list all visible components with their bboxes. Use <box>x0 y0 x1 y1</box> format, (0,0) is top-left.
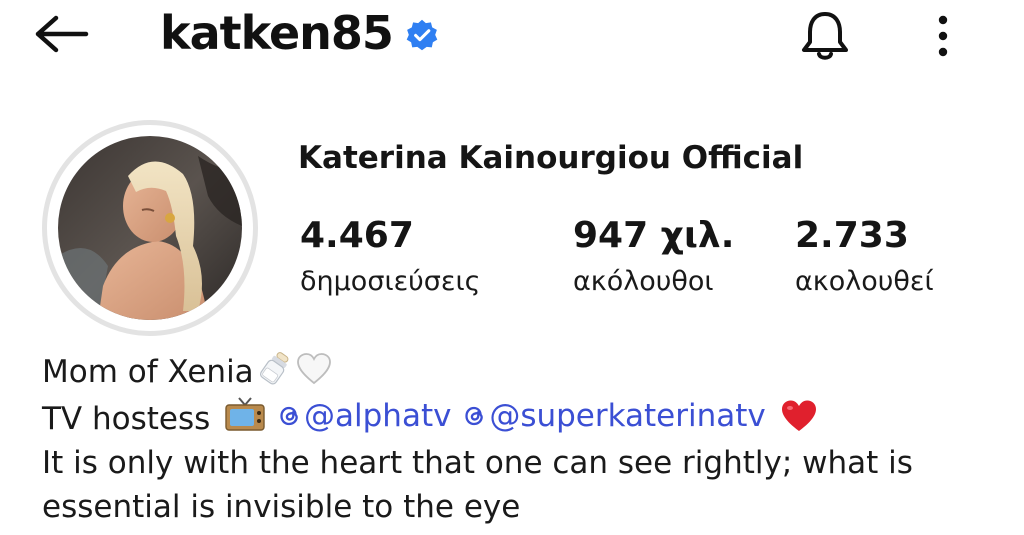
arrow-left-icon <box>35 15 89 53</box>
avatar <box>58 136 242 320</box>
mention-alphatv[interactable]: @alphatv <box>276 394 451 438</box>
mention-text: @alphatv <box>304 398 452 434</box>
bio: Mom of Xenia TV hostess @alphatv @superk… <box>42 350 1002 529</box>
username: katken85 <box>160 6 394 60</box>
posts-stat[interactable]: 4.467 δημοσιεύσεις <box>300 212 480 304</box>
top-bar: katken85 <box>0 0 1024 70</box>
followers-stat[interactable]: 947 χιλ. ακόλουθοι <box>573 212 734 304</box>
followers-label: ακόλουθοι <box>573 266 714 297</box>
profile-photo <box>58 136 242 320</box>
red-heart-icon <box>781 400 816 431</box>
bio-quote: It is only with the heart that one can s… <box>42 445 913 525</box>
threads-icon <box>465 406 484 426</box>
following-label: ακολουθεί <box>795 266 934 297</box>
threads-icon <box>280 406 298 426</box>
following-stat[interactable]: 2.733 ακολουθεί <box>795 212 934 304</box>
bell-icon <box>802 12 848 60</box>
following-count: 2.733 <box>795 215 909 256</box>
display-name: Katerina Kainourgiou Official <box>298 140 804 176</box>
white-heart-icon <box>296 353 331 385</box>
bio-line-1: Mom of Xenia <box>42 350 1002 394</box>
verified-badge-icon <box>406 19 438 51</box>
bio-text: Mom of Xenia <box>42 354 254 390</box>
mention-superkaterinatv[interactable]: @superkaterinatv <box>461 394 766 438</box>
bio-text: TV hostess <box>42 401 211 437</box>
posts-label: δημοσιεύσεις <box>300 266 481 297</box>
more-vertical-icon <box>938 15 948 57</box>
profile-avatar-ring[interactable] <box>42 120 258 336</box>
notifications-button[interactable] <box>795 8 855 64</box>
back-button[interactable] <box>30 12 90 56</box>
followers-count: 947 χιλ. <box>573 215 735 256</box>
mention-text: @superkaterinatv <box>489 398 766 434</box>
username-header: katken85 <box>160 3 439 63</box>
posts-count: 4.467 <box>300 215 414 256</box>
baby-bottle-icon <box>259 352 289 385</box>
more-options-button[interactable] <box>925 6 961 62</box>
television-icon <box>225 397 265 431</box>
bio-line-2: TV hostess @alphatv @superkaterinatv <box>42 394 1002 441</box>
